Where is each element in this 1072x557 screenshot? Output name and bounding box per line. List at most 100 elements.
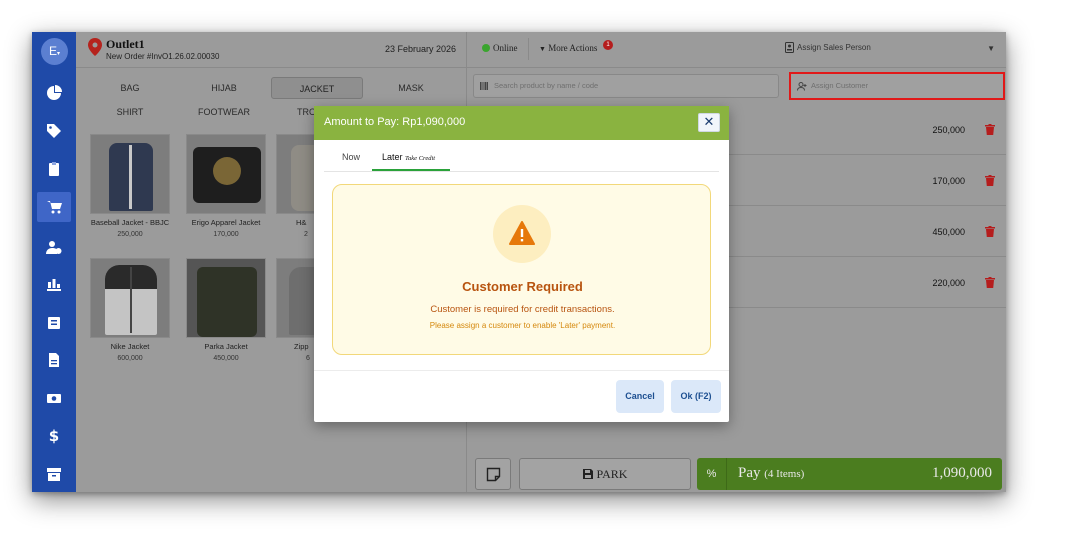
caret-down-icon: ▼	[539, 45, 546, 53]
outlet-name: Outlet1	[106, 37, 145, 51]
product-price: 250,000	[117, 231, 143, 238]
user-avatar[interactable]: E▾	[41, 38, 68, 65]
product-card[interactable]: Erigo Apparel Jacket 170,000	[180, 134, 272, 238]
product-card[interactable]: Zipp 6	[276, 258, 316, 362]
chevron-down-icon[interactable]: ▼	[987, 44, 995, 53]
line-amount: 220,000	[932, 278, 965, 288]
close-button[interactable]: ✕	[698, 113, 720, 132]
category-hijab[interactable]: HIJAB	[178, 77, 270, 99]
clipboard-icon[interactable]	[42, 157, 66, 181]
warning-circle	[493, 205, 551, 263]
document-icon[interactable]	[42, 348, 66, 372]
checkout-bar: PARK % Pay (4 Items) 1,090,000	[467, 458, 1006, 492]
product-name: Parka Jacket	[204, 342, 248, 351]
report-icon[interactable]	[42, 311, 66, 335]
amount-value: Rp1,090,000	[402, 116, 466, 128]
cash-icon[interactable]	[42, 386, 66, 410]
product-price: 2	[304, 231, 308, 238]
product-card[interactable]: Parka Jacket 450,000	[180, 258, 272, 362]
payment-dialog: Amount to Pay: Rp1,090,000 ✕ Now Later T…	[314, 106, 729, 422]
customer-required-alert: Customer Required Customer is required f…	[332, 184, 711, 355]
add-user-icon	[797, 82, 807, 91]
line-amount: 250,000	[932, 125, 965, 135]
dollar-icon[interactable]: $	[42, 424, 66, 448]
trash-icon[interactable]	[985, 277, 995, 288]
online-status: Online	[493, 43, 518, 53]
footer-divider	[314, 370, 729, 371]
dialog-title: Amount to Pay: Rp1,090,000	[324, 116, 465, 128]
line-amount: 170,000	[932, 176, 965, 186]
product-card[interactable]: Nike Jacket 600,000	[84, 258, 176, 362]
product-card[interactable]: Baseball Jacket - BBJC 250,000	[84, 134, 176, 238]
dialog-header: Amount to Pay: Rp1,090,000 ✕	[314, 106, 729, 140]
cancel-button[interactable]: Cancel	[616, 380, 664, 413]
divider	[528, 38, 529, 60]
tag-icon[interactable]	[42, 119, 66, 143]
alert-title: Customer Required	[462, 279, 583, 294]
assign-customer-input[interactable]: Assign Customer	[789, 72, 1005, 100]
app-window: E▾ $ Outlet1 New Order #InvO1.26.02.0003…	[32, 32, 1006, 492]
tab-later-sublabel: Take Credit	[405, 155, 436, 162]
trash-icon[interactable]	[985, 226, 995, 237]
assign-sales-person[interactable]: Assign Sales Person	[797, 43, 871, 52]
category-footwear[interactable]: FOOTWEAR	[178, 101, 270, 123]
tab-later-label: Later	[382, 152, 403, 162]
product-name: Zipp	[294, 342, 309, 351]
user-clock-icon[interactable]	[42, 235, 66, 259]
more-actions-button[interactable]: ▼ More Actions	[539, 43, 597, 53]
product-card[interactable]: H& 2	[276, 134, 316, 238]
category-bag[interactable]: BAG	[84, 77, 176, 99]
order-number: New Order #InvO1.26.02.00030	[106, 52, 220, 61]
pay-total: 1,090,000	[932, 465, 992, 481]
product-image	[90, 134, 170, 214]
id-badge-icon	[785, 42, 794, 53]
product-name: Erigo Apparel Jacket	[191, 218, 261, 227]
pay-text: Pay	[738, 465, 761, 481]
product-image	[276, 134, 316, 214]
pay-button[interactable]: % Pay (4 Items) 1,090,000	[697, 458, 1002, 490]
online-status-dot	[482, 44, 490, 52]
avatar-letter: E	[48, 44, 57, 58]
archive-icon[interactable]	[42, 462, 66, 486]
line-amount: 450,000	[932, 227, 965, 237]
park-label: PARK	[596, 467, 628, 481]
order-date: 23 February 2026	[384, 44, 456, 54]
note-button[interactable]	[475, 458, 511, 490]
product-name: Baseball Jacket - BBJC	[90, 218, 170, 227]
product-image	[186, 134, 266, 214]
sidebar: E▾ $	[32, 32, 76, 492]
tab-later[interactable]: Later Take Credit	[382, 152, 435, 162]
alert-message: Customer is required for credit transact…	[430, 304, 615, 315]
alert-hint: Please assign a customer to enable 'Late…	[429, 321, 616, 330]
category-mask[interactable]: MASK	[365, 77, 457, 99]
discount-button[interactable]: %	[697, 458, 727, 490]
save-icon	[582, 469, 593, 479]
ok-button[interactable]: Ok (F2)	[671, 380, 721, 413]
note-icon	[486, 467, 501, 482]
trash-icon[interactable]	[985, 175, 995, 186]
park-button[interactable]: PARK	[519, 458, 691, 490]
warning-icon	[509, 221, 535, 245]
more-actions-label: More Actions	[548, 43, 598, 53]
product-search-input[interactable]: Search product by name / code	[473, 74, 779, 98]
category-jacket[interactable]: JACKET	[271, 77, 363, 99]
product-price: 600,000	[117, 355, 143, 362]
product-price: 450,000	[213, 355, 239, 362]
product-image	[276, 258, 316, 338]
amount-label: Amount to Pay:	[324, 116, 400, 128]
location-pin-icon	[88, 38, 102, 56]
trash-icon[interactable]	[985, 124, 995, 135]
tab-divider	[324, 171, 719, 172]
barcode-icon	[480, 82, 488, 90]
cart-header: Online ▼ More Actions 1 Assign Sales Per…	[467, 32, 1006, 68]
dashboard-icon[interactable]	[42, 81, 66, 105]
outlet-header: Outlet1 New Order #InvO1.26.02.00030 23 …	[76, 32, 466, 68]
product-price: 170,000	[213, 231, 239, 238]
notification-badge: 1	[603, 40, 613, 50]
tab-now[interactable]: Now	[342, 152, 360, 162]
cart-icon[interactable]	[37, 192, 71, 222]
category-shirt[interactable]: SHIRT	[84, 101, 176, 123]
chart-icon[interactable]	[42, 272, 66, 296]
product-image	[186, 258, 266, 338]
product-name: H&	[296, 218, 307, 227]
